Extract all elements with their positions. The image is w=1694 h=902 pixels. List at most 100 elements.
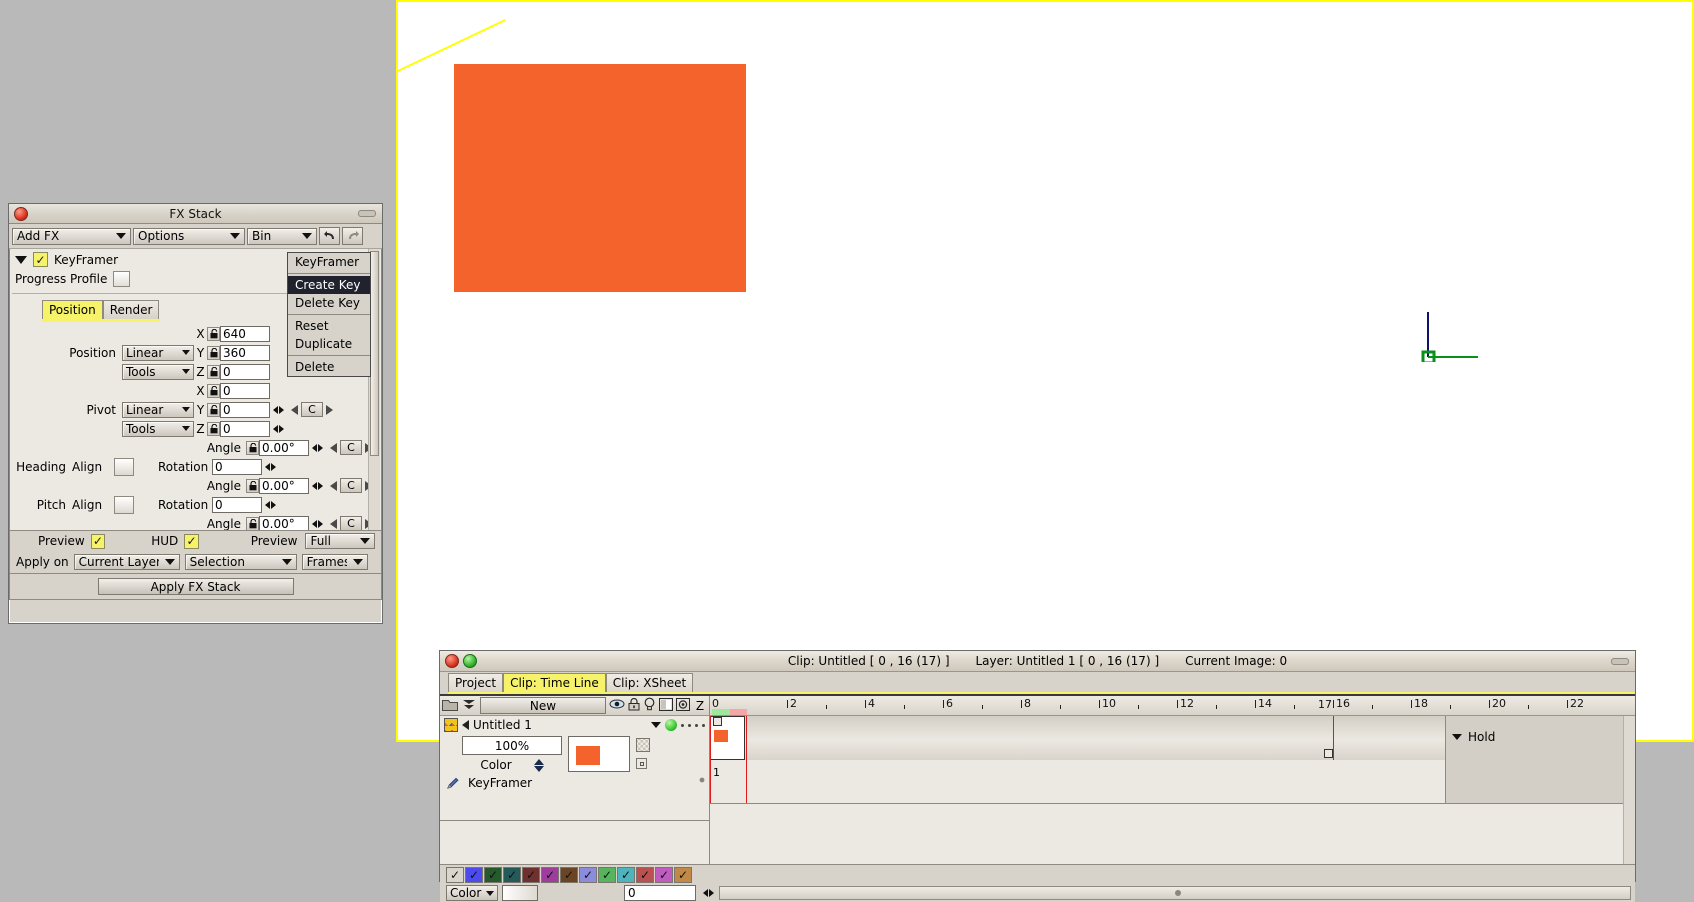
light-bulb-icon[interactable] (643, 697, 656, 714)
menu-item-duplicate[interactable]: Duplicate (288, 335, 370, 353)
bin-dropdown[interactable]: Bin (247, 227, 317, 245)
layer-row-header[interactable]: Untitled 1 (440, 716, 709, 734)
pitch-angle-stepper[interactable] (311, 481, 324, 490)
swatch-3[interactable]: ✓ (503, 867, 521, 883)
tab-clip-xsheet[interactable]: Clip: XSheet (605, 673, 694, 692)
lock-icon[interactable] (207, 326, 220, 341)
transform-gizmo[interactable] (1420, 312, 1480, 362)
add-fx-dropdown[interactable]: Add FX (12, 227, 131, 245)
pitch-align-swatch[interactable] (114, 495, 134, 514)
undo-button[interactable] (319, 227, 340, 245)
position-z-input[interactable]: 0 (220, 363, 270, 380)
menu-item-reset[interactable]: Reset (288, 317, 370, 335)
lock-icon[interactable] (628, 697, 640, 714)
lock-icon[interactable] (246, 516, 259, 530)
bank-angle-input[interactable]: 0.00° (259, 515, 309, 530)
pivot-z-input[interactable]: 0 (220, 420, 270, 437)
hold-chevron-icon[interactable] (1452, 734, 1462, 740)
pivot-interp-dropdown[interactable]: Linear (122, 401, 194, 418)
scrollbar-thumb[interactable] (370, 251, 379, 456)
folder-icon[interactable] (442, 698, 458, 714)
timeline-tracks[interactable]: Hold 17 1 (710, 698, 1635, 804)
lock-icon[interactable] (207, 421, 220, 436)
timeline-vertical-scrollbar[interactable] (1623, 716, 1635, 864)
heading-align-swatch[interactable] (114, 457, 134, 476)
scroll-handle[interactable] (1175, 890, 1181, 896)
bottom-gradient-swatch[interactable] (502, 885, 538, 901)
pitch-angle-input[interactable]: 0.00° (259, 477, 309, 494)
pivot-tools-dropdown[interactable]: Tools (122, 420, 194, 437)
bank-angle-stepper[interactable] (311, 519, 324, 528)
swatch-7[interactable]: ✓ (579, 867, 597, 883)
hud-checkbox[interactable]: ✓ (184, 533, 199, 549)
blend-mode-stepper[interactable] (533, 758, 544, 772)
layer-effect-row[interactable]: KeyFramer (440, 772, 709, 790)
visibility-eye-icon[interactable] (609, 698, 625, 713)
layer-visible-indicator[interactable] (665, 719, 677, 731)
minimize-button[interactable] (1611, 658, 1629, 665)
preview-mode-dropdown[interactable]: Full (305, 533, 375, 549)
layer-target-dot[interactable] (702, 723, 705, 727)
position-y-input[interactable]: 360 (220, 344, 270, 361)
swatch-5[interactable]: ✓ (541, 867, 559, 883)
bottom-value-input[interactable]: 0 (624, 885, 696, 901)
minimize-button[interactable] (358, 210, 376, 217)
lock-icon[interactable] (207, 364, 220, 379)
layer-bulb-dot[interactable] (688, 723, 691, 727)
effect-enabled-checkbox[interactable]: ✓ (33, 252, 48, 267)
swatch-9[interactable]: ✓ (617, 867, 635, 883)
viewer-canvas[interactable] (396, 0, 1694, 742)
swatch-8[interactable]: ✓ (598, 867, 616, 883)
menu-item-delete-key[interactable]: Delete Key (288, 294, 370, 312)
heading-rotation-stepper[interactable] (264, 462, 277, 471)
swatch-0[interactable]: ✓ (446, 867, 464, 883)
lock-icon[interactable] (207, 383, 220, 398)
redo-button[interactable] (342, 227, 363, 245)
position-x-input[interactable]: 640 (220, 325, 270, 342)
small-square-icon[interactable] (636, 758, 647, 769)
layer-scroll-knob[interactable] (697, 774, 707, 784)
layer-expand-icon[interactable] (462, 720, 469, 730)
lock-icon[interactable] (207, 345, 220, 360)
bottom-color-dropdown[interactable]: Color (446, 885, 498, 901)
bottom-value-stepper[interactable] (702, 889, 715, 897)
next-key-icon[interactable] (326, 404, 333, 415)
heading-c-button[interactable]: C (340, 440, 362, 455)
tab-position[interactable]: Position (42, 300, 103, 319)
layer-lock-dot[interactable] (681, 723, 684, 727)
playhead-start[interactable] (710, 716, 711, 804)
clip-end-handle[interactable] (1324, 749, 1333, 758)
heading-rotation-input[interactable]: 0 (212, 458, 262, 475)
bank-c-button[interactable]: C (340, 516, 362, 530)
target-icon[interactable] (676, 697, 690, 714)
progress-profile-swatch[interactable] (113, 271, 131, 287)
pivot-c-button[interactable]: C (301, 402, 323, 417)
lock-icon[interactable] (207, 402, 220, 417)
layer-menu-chevron-icon[interactable] (651, 722, 661, 728)
playhead-current[interactable] (746, 716, 747, 804)
frames-dropdown[interactable]: Frames (301, 554, 368, 570)
range-out-marker[interactable] (730, 709, 747, 715)
prev-key-icon[interactable] (291, 404, 298, 415)
keyframe-marker[interactable] (713, 717, 722, 726)
swatch-12[interactable]: ✓ (674, 867, 692, 883)
apply-fx-stack-button[interactable]: Apply FX Stack (97, 578, 294, 595)
pitch-rotation-stepper[interactable] (264, 500, 277, 509)
timeline-ruler[interactable]: 0 2 4 6 8 10 12 14 16 18 20 22 (710, 696, 1635, 716)
lock-icon[interactable] (246, 440, 259, 455)
expand-triangle-icon[interactable] (15, 255, 27, 264)
lock-icon[interactable] (246, 478, 259, 493)
heading-angle-input[interactable]: 0.00° (259, 439, 309, 456)
layer-color-preview[interactable] (568, 736, 630, 772)
pivot-y-stepper[interactable] (272, 405, 285, 414)
orange-rectangle-shape[interactable] (454, 64, 746, 292)
tab-render[interactable]: Render (102, 300, 160, 319)
tab-clip-time-line[interactable]: Clip: Time Line (503, 673, 606, 692)
swatch-10[interactable]: ✓ (636, 867, 654, 883)
layer-render-dot[interactable] (695, 723, 698, 727)
collapse-all-icon[interactable] (461, 698, 477, 714)
apply-on-dropdown[interactable]: Current Layer (73, 554, 180, 570)
preview-checkbox[interactable]: ✓ (90, 533, 106, 549)
pivot-y-input[interactable]: 0 (220, 401, 270, 418)
render-square-icon[interactable] (659, 697, 673, 714)
